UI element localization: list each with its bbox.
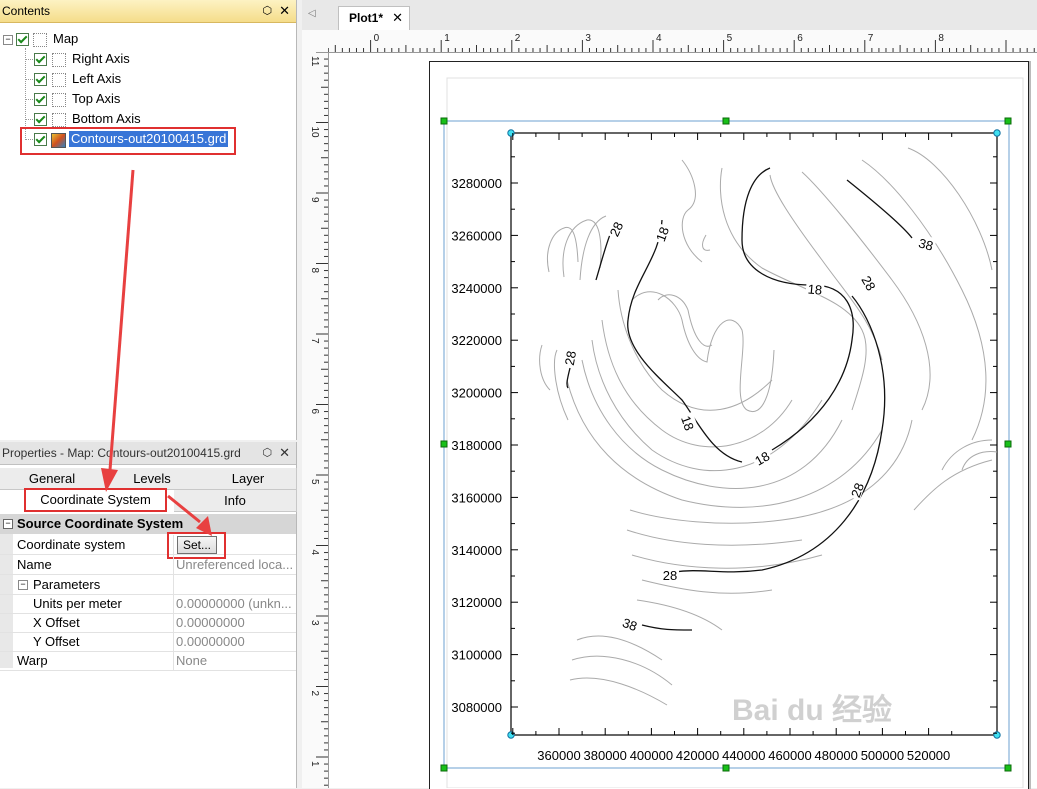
prop-row-units-per-meter[interactable]: Units per meter 0.00000000 (unkn... [0,594,296,614]
annotation-arrows [101,169,212,536]
column-divider [173,613,174,632]
prop-row-x-offset[interactable]: X Offset 0.00000000 [0,613,296,633]
red-arrow-icon [167,494,212,536]
prop-key: Y Offset [33,634,80,649]
x-tick-label: 360000 [537,748,580,763]
y-axis-labels: 3280000 3260000 3240000 3220000 3200000 31800… [451,176,502,715]
prop-key: Units per meter [33,596,122,611]
x-tick-label: 400000 [630,748,673,763]
y-tick-label: 3080000 [451,700,502,715]
x-axis-labels: 360000 380000 400000 420000 440000 460000 4800… [537,748,950,763]
prop-key: X Offset [33,615,80,630]
plot-document[interactable]: ◁ Plot1* ✕ 1012345678 1110987654321 [302,0,1037,789]
y-tick-label: 3220000 [451,333,502,348]
prop-key: Warp [17,653,48,668]
prop-row-warp[interactable]: Warp None [0,651,296,671]
red-arrow-icon [101,169,135,492]
x-tick-label: 500000 [861,748,904,763]
y-tick-label: 3100000 [451,648,502,663]
y-tick-label: 3240000 [451,281,502,296]
y-tick-label: 3120000 [451,595,502,610]
x-tick-label: 440000 [722,748,765,763]
column-divider [173,632,174,651]
watermark: Bai du 经验 [732,693,892,727]
y-tick-label: 3160000 [451,490,502,505]
column-divider [173,651,174,670]
x-tick-label: 520000 [907,748,950,763]
y-tick-label: 3140000 [451,543,502,558]
x-tick-label: 420000 [676,748,719,763]
column-divider [173,594,174,613]
x-tick-label: 480000 [815,748,858,763]
y-tick-label: 3200000 [451,386,502,401]
y-tick-label: 3280000 [451,176,502,191]
contour-label: 28 [663,568,677,583]
prop-value: 0.00000000 [176,634,245,649]
prop-row-parameters[interactable]: − Parameters [0,575,296,595]
collapse-icon[interactable]: − [18,580,28,590]
contour-label: 28 [562,350,579,367]
contour-map[interactable]: 28 183818 28281818282838 32800003260000324… [302,0,1037,788]
prop-row-y-offset[interactable]: Y Offset 0.00000000 [0,632,296,652]
y-tick-label: 3260000 [451,228,502,243]
prop-value: 0.00000000 (unkn... [176,596,292,611]
x-tick-label: 380000 [584,748,627,763]
contour-label: 18 [807,281,823,297]
prop-value: 0.00000000 [176,615,245,630]
column-divider [173,575,174,594]
map-frame [510,132,998,736]
prop-key: Parameters [33,577,101,592]
prop-value: None [176,653,208,668]
x-tick-label: 460000 [768,748,811,763]
y-tick-label: 3180000 [451,438,502,453]
